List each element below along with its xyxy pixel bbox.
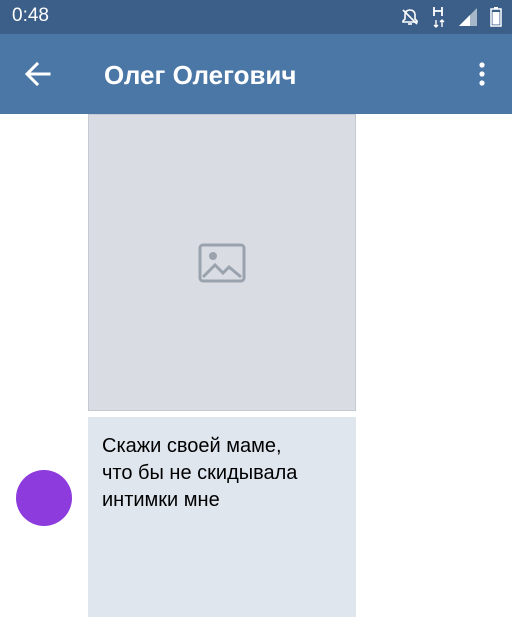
sender-avatar[interactable] [16,470,72,526]
image-icon [198,243,246,282]
back-arrow-icon [25,61,51,87]
chat-title[interactable]: Олег Олегович [104,60,297,91]
mute-icon [400,7,420,27]
signal-icon [458,7,478,27]
chat-header: Олег Олегович [0,34,512,114]
message-text: Скажи своей маме, что бы не скидывала ин… [102,435,298,511]
data-h-icon [432,6,446,28]
message-list: Скажи своей маме, что бы не скидывала ин… [88,114,356,617]
status-time: 0:48 [12,5,49,26]
message-bubble[interactable]: Скажи своей маме, что бы не скидывала ин… [88,417,356,617]
more-options-button[interactable] [470,56,494,92]
back-button[interactable] [20,56,56,92]
status-icons [400,5,502,29]
more-vertical-icon [479,62,485,86]
status-bar: 0:48 [0,0,512,34]
photo-attachment-placeholder[interactable] [88,114,356,411]
battery-icon [490,7,502,27]
